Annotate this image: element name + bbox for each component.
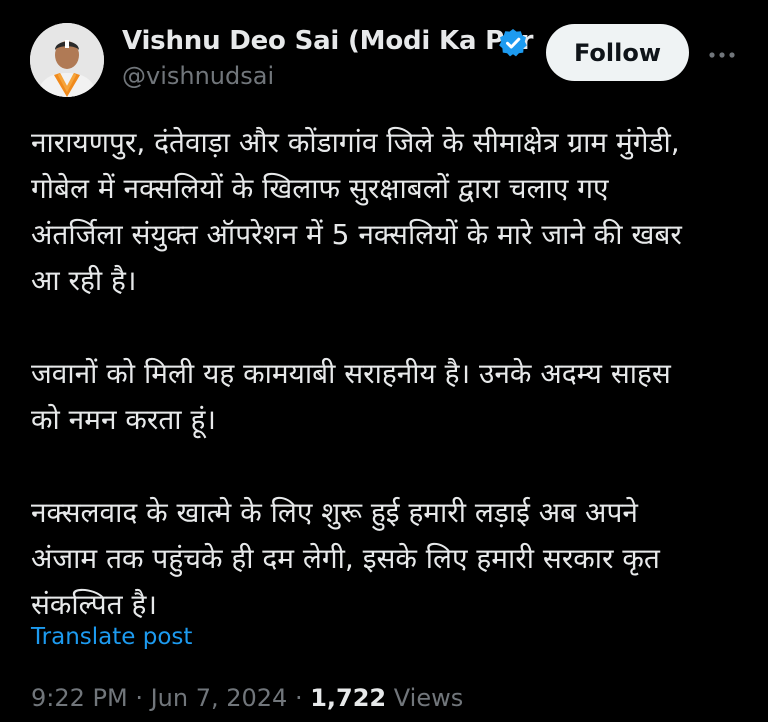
post-card: Vishnu Deo Sai (Modi Ka Par @vishnudsai … (0, 0, 768, 722)
post-date[interactable]: Jun 7, 2024 (151, 684, 288, 712)
post-metadata: 9:22 PM · Jun 7, 2024 · 1,722 Views (31, 684, 463, 712)
post-text-line: गोबेल में नक्सलियों के खिलाफ सुरक्षाबलों… (31, 172, 609, 205)
author-display-name[interactable]: Vishnu Deo Sai (Modi Ka Par (122, 26, 533, 56)
post-text-line: को नमन करता हूं। (31, 403, 216, 436)
post-text-line: आ रही है। (31, 264, 137, 297)
verified-badge-icon (497, 27, 529, 59)
post-text-line: नारायणपुर, दंतेवाड़ा और कोंडागांव जिले क… (31, 126, 680, 159)
post-paragraph: जवानों को मिली यह कामयाबी सराहनीय है। उन… (31, 351, 751, 443)
more-horizontal-icon (708, 44, 736, 63)
post-paragraph: नारायणपुर, दंतेवाड़ा और कोंडागांव जिले क… (31, 120, 751, 304)
post-paragraph: नक्सलवाद के खात्मे के लिए शुरू हुई हमारी… (31, 490, 751, 628)
post-text-line: अंजाम तक पहुंचके ही दम लेगी, इसके लिए हम… (31, 542, 660, 575)
post-text-line: जवानों को मिली यह कामयाबी सराहनीय है। उन… (31, 357, 671, 390)
post-text-line: नक्सलवाद के खात्मे के लिए शुरू हुई हमारी… (31, 496, 638, 529)
views-count: 1,722 (310, 684, 387, 712)
views-label: Views (386, 684, 464, 712)
author-handle[interactable]: @vishnudsai (122, 62, 274, 90)
translate-post-link[interactable]: Translate post (31, 624, 192, 650)
post-time[interactable]: 9:22 PM (31, 684, 128, 712)
author-avatar[interactable] (30, 23, 104, 97)
meta-separator: · (127, 684, 151, 712)
more-options-button[interactable] (707, 38, 737, 68)
follow-button[interactable]: Follow (546, 24, 689, 81)
meta-separator: · (287, 684, 311, 712)
post-text-line: अंतर्जिला संयुक्त ऑपरेशन में 5 नक्सलियों… (31, 218, 682, 251)
post-text-line: संकल्पित है। (31, 588, 157, 621)
post-body: नारायणपुर, दंतेवाड़ा और कोंडागांव जिले क… (31, 120, 751, 675)
